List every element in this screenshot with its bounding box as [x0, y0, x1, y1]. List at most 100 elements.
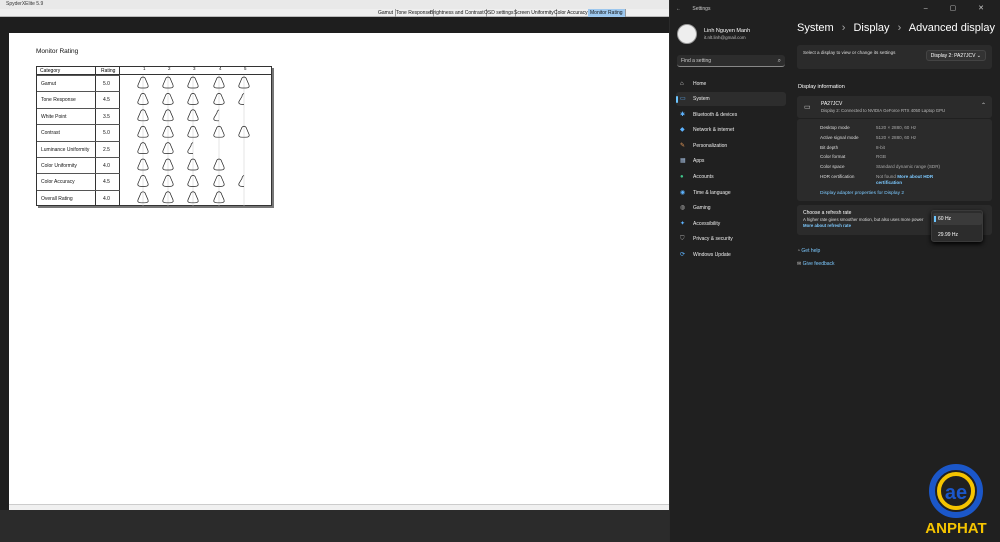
refresh-rate-dropdown[interactable]: 60 Hz 29.99 Hz — [931, 210, 983, 242]
rating-icon-half — [238, 93, 245, 105]
monitor-header[interactable]: ▭ PA27JCV Display 2: Connected to NVIDIA… — [797, 96, 992, 118]
table-row: Color Uniformity 4.0 — [37, 157, 120, 174]
wifi-icon: ◆ — [680, 127, 685, 133]
monitor-icon: ▭ — [804, 104, 811, 111]
account-icon: ● — [680, 174, 684, 180]
bluetooth-icon: ✱ — [680, 112, 686, 118]
settings-titlebar: ← Settings — [676, 6, 710, 12]
get-help-link[interactable]: Get help — [801, 248, 820, 254]
globe-icon: ◉ — [680, 190, 686, 196]
rating-icon-half — [213, 109, 220, 122]
sidebar-label: Accounts — [693, 174, 714, 180]
table-row: Gamut 5.0 — [37, 75, 120, 92]
crumb-system[interactable]: System — [797, 22, 834, 34]
sidebar-item-bluetooth[interactable]: ✱ Bluetooth & devices — [676, 108, 786, 122]
page-title: Advanced display — [908, 22, 995, 34]
info-value: 5120 × 2880, 60 Hz — [876, 125, 917, 130]
sidebar-item-accounts[interactable]: ● Accounts — [676, 170, 786, 184]
table-row: White Point 3.5 — [37, 107, 120, 125]
give-feedback-link[interactable]: Give feedback — [803, 261, 835, 267]
table-row: Color Accuracy 4.5 — [37, 173, 120, 190]
crumb-display[interactable]: Display — [853, 22, 889, 34]
selected-indicator — [934, 216, 936, 222]
row-rating: 4.5 — [103, 97, 110, 104]
row-rating: 5.0 — [103, 130, 110, 137]
col-number-5: 5 — [244, 66, 247, 71]
watermark-text: ANPHAT — [925, 520, 987, 537]
rating-table: Category Rating 1 2 3 4 5 Gamut 5.0 Tone R… — [36, 66, 272, 206]
gamepad-icon: ◍ — [680, 205, 686, 211]
sidebar-item-system[interactable]: ▭ System — [676, 92, 786, 106]
help-icon: ◔ — [797, 248, 801, 254]
watermark: ae ANPHAT — [922, 463, 990, 542]
table-row: Overall Rating 4.0 — [37, 189, 120, 207]
sidebar-item-accessibility[interactable]: ✦ Accessibility — [676, 217, 786, 231]
sidebar-item-gaming[interactable]: ◍ Gaming — [676, 201, 786, 215]
sidebar-item-apps[interactable]: ▦ Apps — [676, 154, 786, 168]
report-tabs: Gamut Tone Response Brightness and Contr… — [0, 9, 669, 17]
display-select-value: Display 2: PA27JCV — [930, 53, 976, 59]
apps-icon: ▦ — [680, 158, 686, 164]
window-controls[interactable]: – ▢ ✕ — [924, 4, 994, 12]
row-category: Tone Response — [41, 97, 76, 104]
sidebar-label: Time & language — [693, 190, 731, 196]
info-label: HDR certification — [820, 174, 855, 179]
info-value: 5120 × 2880, 60 Hz — [876, 135, 917, 140]
user-email: it.nlt.linh@gmail.com — [704, 35, 746, 40]
refresh-title: Choose a refresh rate — [803, 210, 852, 216]
sidebar-label: Privacy & security — [693, 236, 733, 242]
rating-icon-half — [187, 142, 194, 154]
chevron-down-icon: ⌄ — [976, 53, 981, 59]
sidebar-label: Apps — [693, 158, 705, 164]
tab-monitor-rating[interactable]: Monitor Rating — [588, 9, 626, 17]
rating-icons — [137, 75, 250, 206]
refresh-option-29[interactable]: 29.99 Hz — [938, 232, 958, 238]
sidebar-label: System — [693, 96, 710, 102]
tab-color-accuracy[interactable]: Color Accuracy — [552, 9, 591, 17]
give-feedback[interactable]: ✉ Give feedback — [797, 261, 835, 267]
row-category: Color Uniformity — [41, 163, 77, 169]
search-input[interactable]: Find a setting ⌕ — [677, 55, 785, 67]
row-category: Contrast — [41, 130, 60, 137]
info-value: Not found More about HDR certification — [876, 174, 956, 186]
back-button[interactable]: ← — [676, 6, 681, 12]
bottom-bar — [0, 510, 669, 542]
app-title: SpyderXElite 5.9 — [0, 0, 669, 9]
refresh-link[interactable]: More about refresh rate — [803, 223, 851, 228]
col-number-4: 4 — [219, 66, 222, 71]
get-help[interactable]: ◔ Get help — [797, 248, 820, 254]
search-placeholder: Find a setting — [681, 58, 712, 64]
info-value: 8-bit — [876, 145, 885, 150]
sidebar-item-time-language[interactable]: ◉ Time & language — [676, 186, 786, 200]
sidebar-item-privacy[interactable]: ⛉ Privacy & security — [676, 232, 786, 246]
tab-gamut[interactable]: Gamut — [376, 9, 397, 17]
tab-screen-uniformity[interactable]: Screen Uniformity — [512, 9, 557, 17]
sidebar-item-windows-update[interactable]: ⟳ Windows Update — [676, 248, 786, 262]
sidebar-label: Accessibility — [693, 221, 721, 227]
svg-text:ae: ae — [945, 482, 967, 504]
row-category: Color Accuracy — [41, 179, 75, 186]
header-rating: Rating — [101, 68, 116, 74]
table-row: Contrast 5.0 — [37, 124, 120, 141]
settings-window: ← Settings – ▢ ✕ Linh Nguyen Manh it.nlt… — [670, 0, 1000, 542]
table-row: Tone Response 4.5 — [37, 91, 120, 108]
monitor-name: PA27JCV — [821, 101, 843, 107]
display-info-card: Desktop mode 5120 × 2880, 60 Hz Active s… — [797, 119, 992, 201]
adapter-properties-link[interactable]: Display adapter properties for Display 2 — [820, 191, 904, 196]
display-select[interactable]: Display 2: PA27JCV ⌄ — [925, 50, 986, 61]
sidebar-item-network[interactable]: ◆ Network & internet — [676, 123, 786, 137]
tab-brightness-contrast[interactable]: Brightness and Contrast — [428, 9, 487, 17]
sidebar-item-personalization[interactable]: ✎ Personalization — [676, 139, 786, 153]
col-number-3: 3 — [193, 66, 196, 71]
avatar[interactable] — [677, 24, 697, 44]
shield-icon: ⛉ — [680, 236, 685, 242]
refresh-option-60[interactable]: 60 Hz — [938, 216, 951, 222]
chevron-up-icon[interactable]: ⌃ — [981, 102, 986, 109]
accessibility-icon: ✦ — [680, 221, 686, 227]
active-indicator — [676, 96, 678, 103]
breadcrumb: System › Display › Advanced display — [797, 22, 995, 34]
user-name: Linh Nguyen Manh — [704, 28, 751, 34]
header-category: Category — [40, 68, 61, 74]
row-rating: 5.0 — [103, 81, 110, 87]
sidebar-item-home[interactable]: ⌂ Home — [676, 77, 786, 91]
